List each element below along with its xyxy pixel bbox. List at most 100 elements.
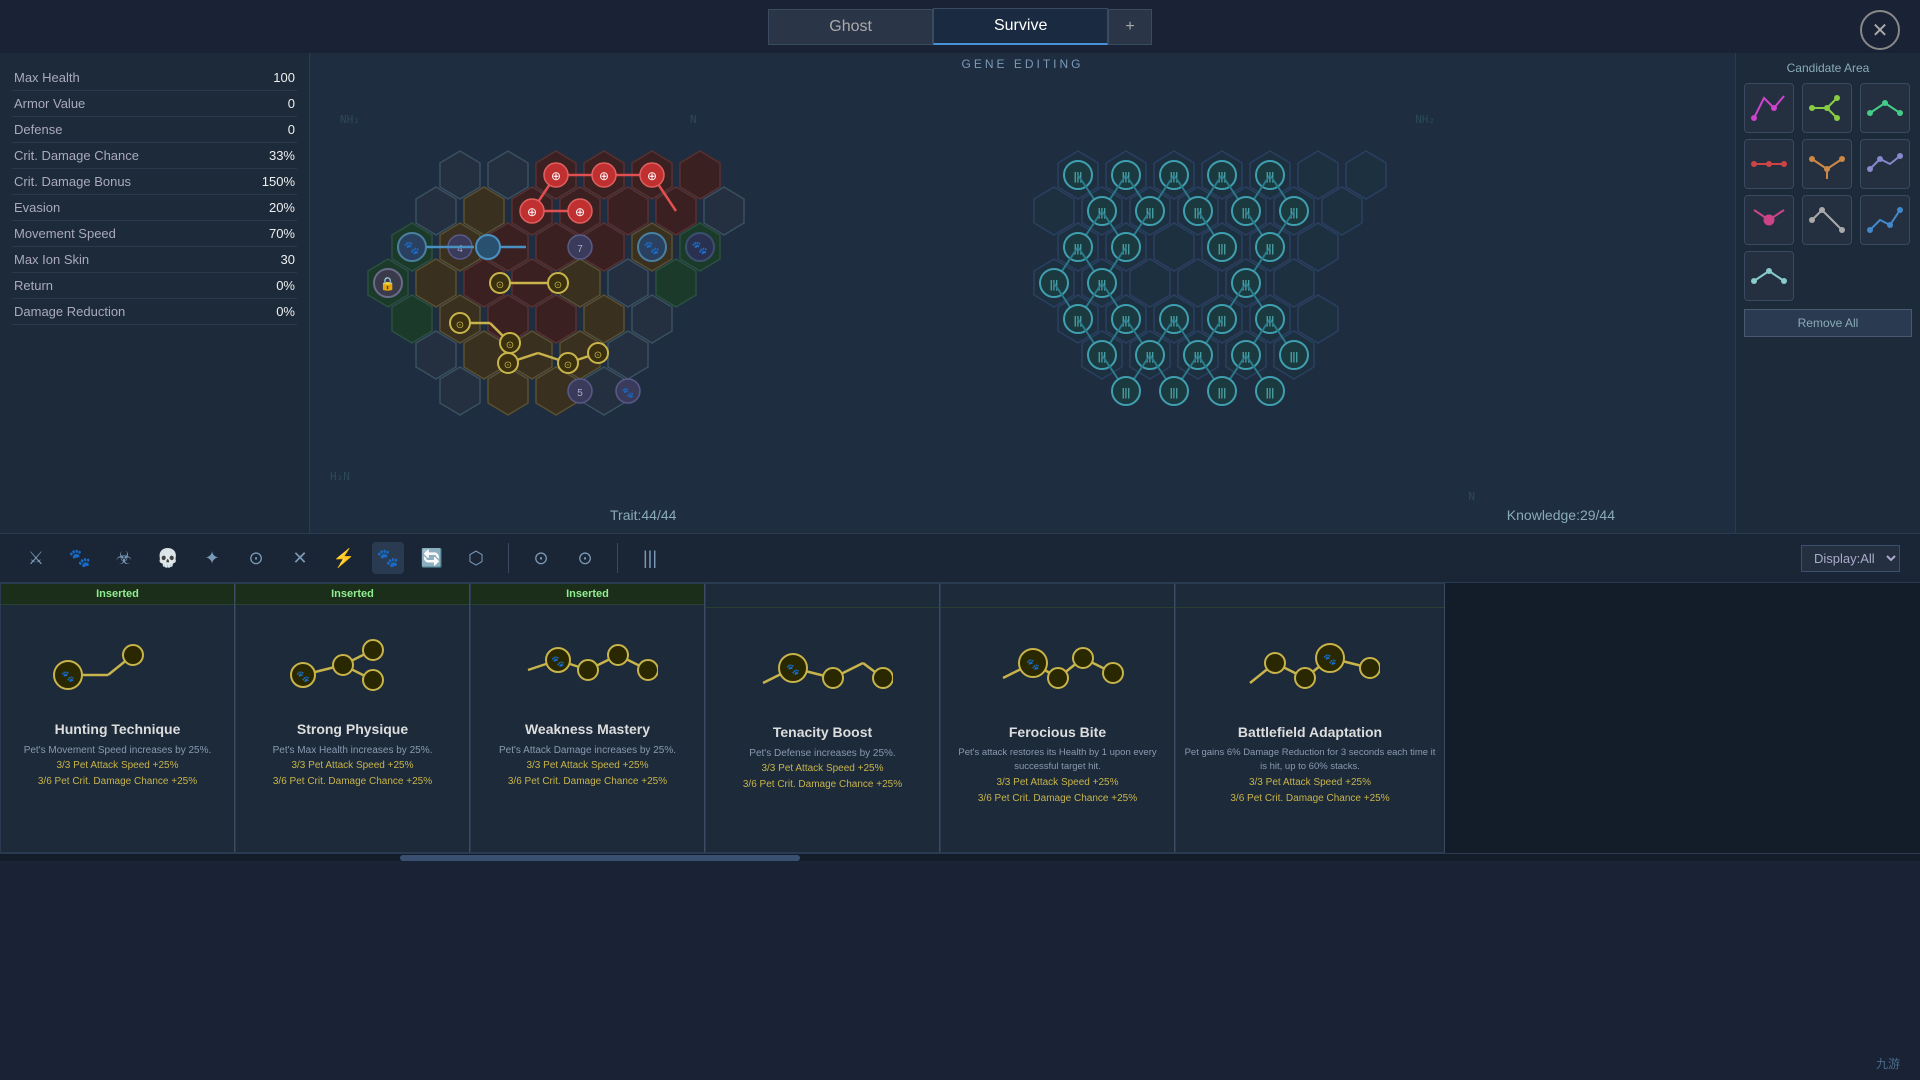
card-ferocious-bite[interactable]: 🐾 Ferocious Bite Pet's attack restores i… <box>940 583 1175 853</box>
cards-area: Inserted 🐾 Hunting Technique Pet's Movem… <box>0 583 1920 853</box>
toolbar-icon-bars[interactable]: ||| <box>634 542 666 574</box>
tab-ghost[interactable]: Ghost <box>768 9 933 45</box>
toolbar-icon-5[interactable]: ✦ <box>196 542 228 574</box>
candidate-item-5[interactable] <box>1802 139 1852 189</box>
card-strong-physique[interactable]: Inserted 🐾 Strong Physique Pet's Max Hea… <box>235 583 470 853</box>
candidate-item-4[interactable] <box>1744 139 1794 189</box>
card-desc-1: Pet's Movement Speed increases by 25%. <box>16 743 220 758</box>
candidate-item-3[interactable] <box>1860 83 1910 133</box>
svg-text:|||: ||| <box>1266 387 1275 399</box>
display-select[interactable]: Display:All <box>1801 545 1900 572</box>
card-bonus-2: 3/3 Pet Attack Speed +25% 3/6 Pet Crit. … <box>273 758 432 790</box>
svg-text:|||: ||| <box>1218 387 1227 399</box>
top-tabs: Ghost Survive + <box>0 0 1920 53</box>
card-badge-4 <box>706 584 939 608</box>
card-name-1: Hunting Technique <box>55 721 181 737</box>
stat-defense: Defense 0 <box>12 117 297 143</box>
main-area: Max Health 100 Armor Value 0 Defense 0 C… <box>0 53 1920 533</box>
svg-text:🐾: 🐾 <box>296 671 310 683</box>
tab-survive[interactable]: Survive <box>933 8 1108 45</box>
toolbar-icon-6[interactable]: ⊙ <box>240 542 272 574</box>
svg-text:⊙: ⊙ <box>504 360 512 371</box>
card-bonus-3: 3/3 Pet Attack Speed +25% 3/6 Pet Crit. … <box>508 758 667 790</box>
knowledge-label: Knowledge:29/44 <box>1507 507 1615 523</box>
card-name-2: Strong Physique <box>297 721 408 737</box>
toolbar-icon-4[interactable]: 💀 <box>152 542 184 574</box>
svg-text:🐾: 🐾 <box>622 387 634 399</box>
toolbar: ⚔ 🐾 ☣ 💀 ✦ ⊙ ✕ ⚡ 🐾 🔄 ⬡ ⊙ ⊙ ||| Display:Al… <box>0 533 1920 583</box>
card-badge-6 <box>1176 584 1444 608</box>
stat-ion-skin: Max Ion Skin 30 <box>12 247 297 273</box>
toolbar-icon-8[interactable]: ⚡ <box>328 542 360 574</box>
card-name-4: Tenacity Boost <box>773 724 872 740</box>
card-hunting-technique[interactable]: Inserted 🐾 Hunting Technique Pet's Movem… <box>0 583 235 853</box>
card-badge-5 <box>941 584 1174 608</box>
gene-title: GENE EDITING <box>310 53 1735 75</box>
svg-text:4: 4 <box>457 244 463 255</box>
svg-text:⊙: ⊙ <box>506 340 514 351</box>
card-icon-3: 🐾 <box>518 615 658 715</box>
toolbar-separator-2 <box>617 543 618 573</box>
stat-return: Return 0% <box>12 273 297 299</box>
toolbar-icon-10[interactable]: ⬡ <box>460 542 492 574</box>
candidate-grid <box>1744 83 1912 301</box>
stat-movement: Movement Speed 70% <box>12 221 297 247</box>
card-desc-6: Pet gains 6% Damage Reduction for 3 seco… <box>1176 746 1444 775</box>
candidate-item-6[interactable] <box>1860 139 1910 189</box>
svg-text:🐾: 🐾 <box>404 240 420 255</box>
svg-text:🐾: 🐾 <box>551 656 565 668</box>
svg-text:⊕: ⊕ <box>575 205 585 219</box>
close-button[interactable]: ✕ <box>1860 10 1900 50</box>
trait-label: Trait:44/44 <box>610 507 676 523</box>
candidate-title: Candidate Area <box>1744 61 1912 75</box>
tab-add[interactable]: + <box>1108 9 1151 45</box>
toolbar-icon-paw[interactable]: 🐾 <box>372 542 404 574</box>
card-weakness-mastery[interactable]: Inserted 🐾 Weakness Mastery Pet's Attack… <box>470 583 705 853</box>
svg-text:|||: ||| <box>1122 387 1131 399</box>
candidate-area: Candidate Area <box>1735 53 1920 533</box>
toolbar-icon-9[interactable]: 🔄 <box>416 542 448 574</box>
svg-text:|||: ||| <box>1218 243 1227 255</box>
card-icon-1: 🐾 <box>48 615 188 715</box>
toolbar-icon-11[interactable]: ⊙ <box>525 542 557 574</box>
candidate-item-1[interactable] <box>1744 83 1794 133</box>
stat-crit-chance: Crit. Damage Chance 33% <box>12 143 297 169</box>
gene-editing-area: GENE EDITING NH₂ NH₂ N H₂N N <box>310 53 1735 533</box>
stat-armor: Armor Value 0 <box>12 91 297 117</box>
card-bonus-6: 3/3 Pet Attack Speed +25% 3/6 Pet Crit. … <box>1230 775 1389 807</box>
card-tenacity-boost[interactable]: 🐾 Tenacity Boost Pet's Defense increases… <box>705 583 940 853</box>
knowledge-hex-grid: ||| ||| ||| ||| ||| <box>1010 123 1610 493</box>
candidate-item-8[interactable] <box>1802 195 1852 245</box>
toolbar-icon-12[interactable]: ⊙ <box>569 542 601 574</box>
svg-text:🐾: 🐾 <box>644 240 660 255</box>
toolbar-icon-7[interactable]: ✕ <box>284 542 316 574</box>
svg-text:⊕: ⊕ <box>527 205 537 219</box>
svg-text:🐾: 🐾 <box>1026 659 1040 671</box>
card-name-3: Weakness Mastery <box>525 721 650 737</box>
card-desc-2: Pet's Max Health increases by 25%. <box>265 743 441 758</box>
candidate-item-9[interactable] <box>1860 195 1910 245</box>
stat-evasion: Evasion 20% <box>12 195 297 221</box>
card-battlefield-adaptation[interactable]: 🐾 Battlefield Adaptation Pet gains 6% Da… <box>1175 583 1445 853</box>
horizontal-scrollbar[interactable] <box>0 853 1920 861</box>
svg-text:🐾: 🐾 <box>786 664 800 676</box>
card-desc-4: Pet's Defense increases by 25%. <box>741 746 903 761</box>
watermark: 九游 <box>1876 1055 1900 1072</box>
svg-text:⊙: ⊙ <box>594 350 602 361</box>
svg-text:⊙: ⊙ <box>496 280 504 291</box>
toolbar-icon-3[interactable]: ☣ <box>108 542 140 574</box>
svg-text:⊕: ⊕ <box>551 169 561 183</box>
candidate-item-2[interactable] <box>1802 83 1852 133</box>
card-desc-3: Pet's Attack Damage increases by 25%. <box>491 743 684 758</box>
candidate-item-10[interactable] <box>1744 251 1794 301</box>
stat-damage-reduction: Damage Reduction 0% <box>12 299 297 325</box>
svg-text:⊕: ⊕ <box>647 169 657 183</box>
toolbar-icon-2[interactable]: 🐾 <box>64 542 96 574</box>
card-icon-2: 🐾 <box>283 615 423 715</box>
toolbar-icon-1[interactable]: ⚔ <box>20 542 52 574</box>
candidate-item-7[interactable] <box>1744 195 1794 245</box>
card-desc-5: Pet's attack restores its Health by 1 up… <box>941 746 1174 775</box>
svg-text:🐾: 🐾 <box>1323 654 1337 666</box>
remove-all-button[interactable]: Remove All <box>1744 309 1912 337</box>
svg-text:|||: ||| <box>1290 351 1299 363</box>
